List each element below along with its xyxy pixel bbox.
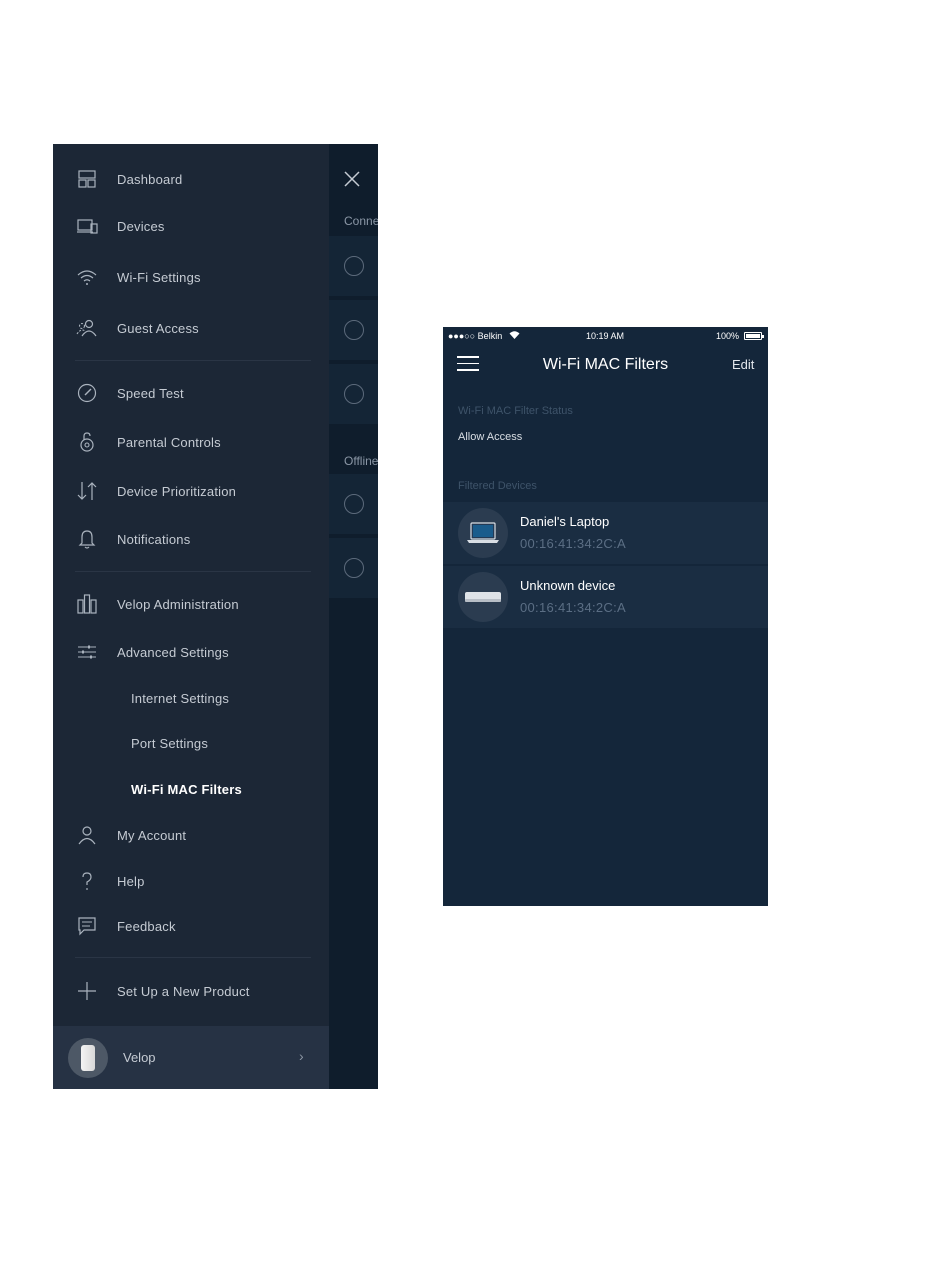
menu-item-dashboard[interactable]: Dashboard bbox=[53, 159, 329, 199]
menu-item-label: Parental Controls bbox=[117, 434, 221, 450]
device-mac: 00:16:41:34:2C:A bbox=[520, 536, 626, 551]
menu-item-devices[interactable]: Devices bbox=[53, 206, 329, 246]
menu-divider bbox=[75, 360, 311, 361]
velop-node-icon bbox=[68, 1038, 108, 1078]
menu-item-wifi-settings[interactable]: Wi-Fi Settings bbox=[53, 257, 329, 297]
menu-item-help[interactable]: Help bbox=[53, 861, 329, 901]
menu-item-device-prioritization[interactable]: Device Prioritization bbox=[53, 471, 329, 511]
section-offline-label: Offline bbox=[344, 454, 378, 468]
chat-icon bbox=[75, 914, 99, 938]
sliders-icon bbox=[75, 640, 99, 664]
bell-icon bbox=[75, 527, 99, 551]
device-circle-icon bbox=[344, 494, 364, 514]
mac-filters-screen: ●●●○○ Belkin 10:19 AM 100% Wi-Fi MAC Fil… bbox=[443, 327, 768, 906]
menu-item-label: Dashboard bbox=[117, 171, 183, 187]
arrows-updown-icon bbox=[75, 479, 99, 503]
menu-item-guest-access[interactable]: Guest Access bbox=[53, 308, 329, 348]
menu-item-label: Help bbox=[117, 873, 145, 889]
page-title: Wi-Fi MAC Filters bbox=[542, 356, 669, 373]
edit-button[interactable]: Edit bbox=[732, 357, 754, 372]
clock-label: 10:19 AM bbox=[586, 331, 625, 341]
menu-item-label: Devices bbox=[117, 218, 165, 234]
menu-item-port-settings[interactable]: Port Settings bbox=[53, 723, 329, 763]
menu-item-label: Velop Administration bbox=[117, 596, 239, 612]
menu-item-feedback[interactable]: Feedback bbox=[53, 906, 329, 946]
menu-item-label: My Account bbox=[117, 827, 187, 843]
device-circle-icon bbox=[344, 558, 364, 578]
device-circle-icon bbox=[344, 384, 364, 404]
menu-item-label: Port Settings bbox=[131, 735, 209, 751]
table-row[interactable]: Daniel's Laptop 00:16:41:34:2C:A bbox=[443, 502, 768, 564]
menu-item-label: Wi-Fi Settings bbox=[117, 269, 201, 285]
carrier-label: ●●●○○ Belkin bbox=[448, 331, 503, 341]
wifi-signal-icon bbox=[509, 331, 520, 339]
velop-nodes-icon bbox=[75, 592, 99, 616]
section-connected-label: Conne bbox=[344, 214, 378, 228]
list-item[interactable] bbox=[329, 538, 378, 598]
menu-item-label: Notifications bbox=[117, 531, 191, 547]
list-item[interactable] bbox=[329, 474, 378, 534]
menu-item-wifi-mac-filters[interactable]: Wi-Fi MAC Filters bbox=[53, 769, 329, 809]
wifi-icon bbox=[75, 265, 99, 289]
menu-item-label: Speed Test bbox=[117, 385, 184, 401]
menu-item-set-up-new-product[interactable]: Set Up a New Product bbox=[53, 971, 329, 1011]
menu-item-parental-controls[interactable]: Parental Controls bbox=[53, 422, 329, 462]
filter-status-value[interactable]: Allow Access bbox=[458, 431, 522, 443]
menu-item-label: Feedback bbox=[117, 918, 176, 934]
menu-screen: Conne Offline Dashboard Devices Wi-Fi Se… bbox=[53, 144, 378, 1089]
device-circle-icon bbox=[344, 320, 364, 340]
menu-item-label: Device Prioritization bbox=[117, 483, 237, 499]
filter-status-heading: Wi-Fi MAC Filter Status bbox=[458, 405, 573, 417]
menu-divider bbox=[75, 957, 311, 958]
generic-device-icon bbox=[458, 572, 508, 622]
guest-icon bbox=[75, 316, 99, 340]
dashboard-icon bbox=[75, 167, 99, 191]
battery-icon bbox=[744, 332, 764, 340]
filtered-devices-heading: Filtered Devices bbox=[458, 480, 537, 492]
device-circle-icon bbox=[344, 256, 364, 276]
battery-percent: 100% bbox=[716, 331, 740, 341]
menu-item-velop-administration[interactable]: Velop Administration bbox=[53, 584, 329, 624]
menu-item-notifications[interactable]: Notifications bbox=[53, 519, 329, 559]
user-icon bbox=[75, 823, 99, 847]
device-mac: 00:16:41:34:2C:A bbox=[520, 600, 626, 615]
device-name: Unknown device bbox=[520, 578, 616, 593]
menu-item-internet-settings[interactable]: Internet Settings bbox=[53, 678, 329, 718]
velop-label: Velop bbox=[123, 1050, 156, 1065]
navigation-drawer: Dashboard Devices Wi-Fi Settings Guest A… bbox=[53, 144, 329, 1089]
chevron-right-icon: › bbox=[299, 1048, 304, 1064]
menu-item-speed-test[interactable]: Speed Test bbox=[53, 373, 329, 413]
list-item[interactable] bbox=[329, 300, 378, 360]
list-item[interactable] bbox=[329, 236, 378, 296]
status-bar: ●●●○○ Belkin 10:19 AM 100% bbox=[443, 327, 768, 345]
menu-item-label: Wi-Fi MAC Filters bbox=[131, 781, 242, 797]
question-icon bbox=[75, 869, 99, 893]
velop-network-button[interactable]: Velop › bbox=[53, 1026, 329, 1089]
plus-icon bbox=[75, 979, 99, 1003]
menu-item-label: Guest Access bbox=[117, 320, 199, 336]
laptop-icon bbox=[458, 508, 508, 558]
device-name: Daniel's Laptop bbox=[520, 514, 610, 529]
speedometer-icon bbox=[75, 381, 99, 405]
menu-item-label: Advanced Settings bbox=[117, 644, 229, 660]
table-row[interactable]: Unknown device 00:16:41:34:2C:A bbox=[443, 566, 768, 628]
devices-icon bbox=[75, 214, 99, 238]
menu-item-label: Set Up a New Product bbox=[117, 983, 250, 999]
close-icon[interactable] bbox=[341, 168, 363, 190]
menu-divider bbox=[75, 571, 311, 572]
padlock-icon bbox=[75, 430, 99, 454]
list-item[interactable] bbox=[329, 364, 378, 424]
menu-item-advanced-settings[interactable]: Advanced Settings bbox=[53, 632, 329, 672]
menu-item-label: Internet Settings bbox=[131, 690, 230, 706]
menu-item-my-account[interactable]: My Account bbox=[53, 815, 329, 855]
